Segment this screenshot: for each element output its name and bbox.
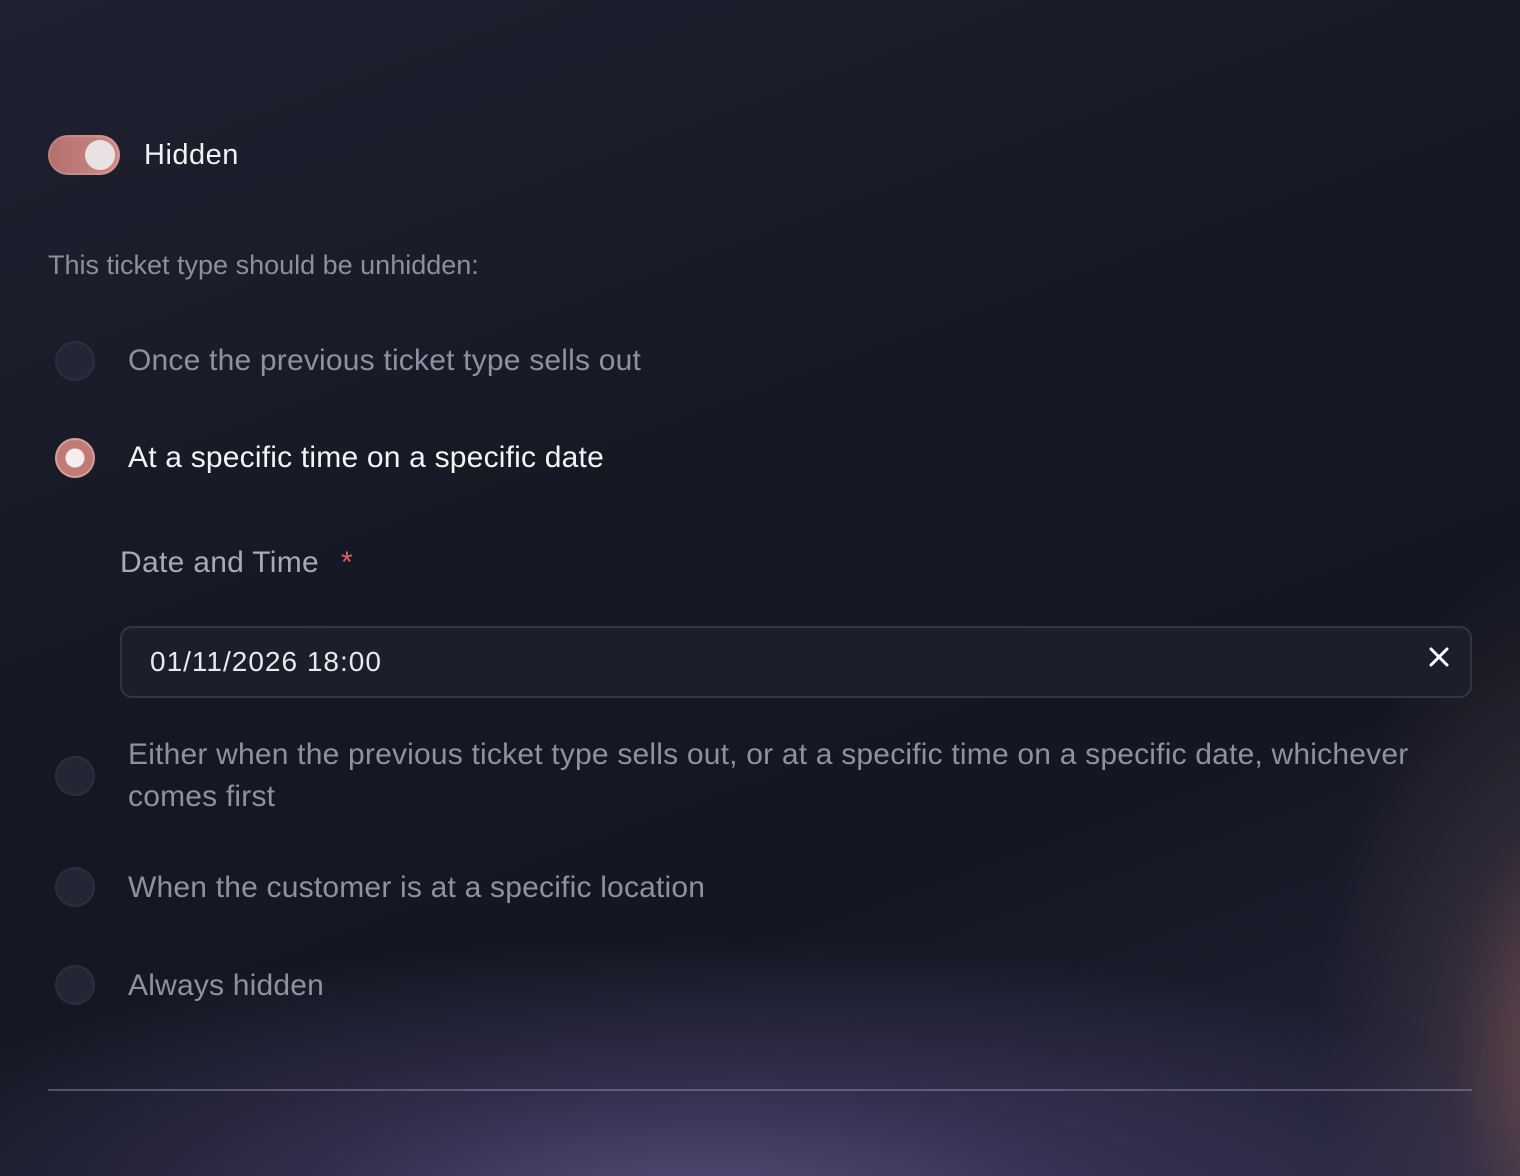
option-previous-sells-out[interactable]: Once the previous ticket type sells out [55,341,641,382]
hidden-toggle[interactable] [48,135,120,175]
radio-button[interactable] [55,341,95,381]
date-time-label: Date and Time * [120,546,353,580]
option-label: At a specific time on a specific date [128,441,604,474]
unhide-prompt: This ticket type should be unhidden: [48,250,479,280]
date-time-value[interactable]: 01/11/2026 18:00 [150,646,1470,678]
option-label: Either when the previous ticket type sel… [128,738,1409,813]
option-always-hidden[interactable]: Always hidden [55,965,324,1007]
close-icon[interactable] [1426,644,1452,670]
option-specific-time[interactable]: At a specific time on a specific date [55,438,604,479]
section-divider [48,1089,1472,1091]
radio-button-selected[interactable] [55,438,95,478]
radio-button[interactable] [55,965,95,1005]
option-label: When the customer is at a specific locat… [128,871,706,904]
radio-button[interactable] [55,756,95,796]
hidden-toggle-row: Hidden [48,135,239,175]
option-specific-location[interactable]: When the customer is at a specific locat… [55,867,705,909]
date-time-label-text: Date and Time [120,546,320,579]
option-label: Always hidden [128,969,325,1002]
option-label: Once the previous ticket type sells out [128,344,642,377]
option-whichever-first[interactable]: Either when the previous ticket type sel… [55,734,1475,818]
hidden-toggle-label: Hidden [144,138,239,171]
toggle-knob [85,140,115,170]
date-time-input[interactable]: 01/11/2026 18:00 [120,626,1472,698]
required-asterisk: * [341,546,353,579]
radio-button[interactable] [55,867,95,907]
